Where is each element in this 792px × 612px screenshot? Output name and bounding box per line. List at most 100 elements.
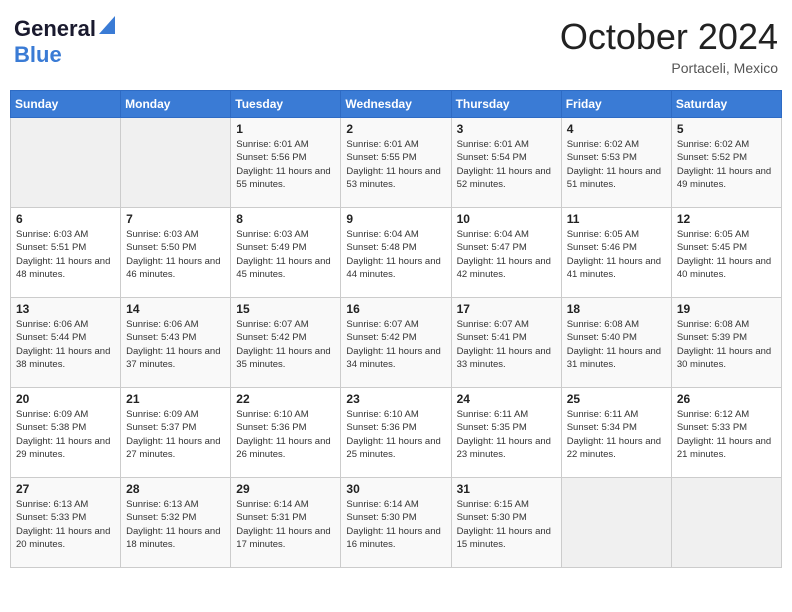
week-row-3: 13Sunrise: 6:06 AMSunset: 5:44 PMDayligh…	[11, 298, 782, 388]
day-detail: Sunrise: 6:14 AMSunset: 5:31 PMDaylight:…	[236, 498, 335, 551]
day-cell: 30 Sunrise: 6:14 AMSunset: 5:30 PMDayligh…	[341, 478, 451, 568]
day-cell: 15 Sunrise: 6:07 AMSunset: 5:42 PMDayligh…	[231, 298, 341, 388]
day-number: 12	[677, 212, 776, 226]
day-cell: 8 Sunrise: 6:03 AMSunset: 5:49 PMDaylight…	[231, 208, 341, 298]
day-detail: Sunrise: 6:04 AMSunset: 5:48 PMDaylight:…	[346, 228, 445, 281]
day-cell: 16Sunrise: 6:07 AMSunset: 5:42 PMDayligh…	[341, 298, 451, 388]
day-detail: Sunrise: 6:01 AMSunset: 5:54 PMDaylight:…	[457, 138, 556, 191]
day-cell: 27 Sunrise: 6:13 AMSunset: 5:33 PMDayligh…	[11, 478, 121, 568]
day-detail: Sunrise: 6:03 AMSunset: 5:51 PMDaylight:…	[16, 228, 115, 281]
day-number: 21	[126, 392, 225, 406]
day-cell	[671, 478, 781, 568]
day-number: 24	[457, 392, 556, 406]
day-number: 15	[236, 302, 335, 316]
logo: General Blue	[14, 16, 115, 68]
header-saturday: Saturday	[671, 91, 781, 118]
day-number: 3	[457, 122, 556, 136]
header-wednesday: Wednesday	[341, 91, 451, 118]
day-number: 2	[346, 122, 445, 136]
month-title: October 2024	[560, 16, 778, 58]
day-detail: Sunrise: 6:11 AMSunset: 5:34 PMDaylight:…	[567, 408, 666, 461]
day-cell: 7 Sunrise: 6:03 AMSunset: 5:50 PMDaylight…	[121, 208, 231, 298]
day-detail: Sunrise: 6:07 AMSunset: 5:42 PMDaylight:…	[346, 318, 445, 371]
logo-arrow-icon	[99, 16, 115, 34]
day-cell: 6 Sunrise: 6:03 AMSunset: 5:51 PMDaylight…	[11, 208, 121, 298]
day-cell: 21 Sunrise: 6:09 AMSunset: 5:37 PMDayligh…	[121, 388, 231, 478]
day-cell: 12 Sunrise: 6:05 AMSunset: 5:45 PMDayligh…	[671, 208, 781, 298]
day-number: 26	[677, 392, 776, 406]
day-detail: Sunrise: 6:07 AMSunset: 5:41 PMDaylight:…	[457, 318, 556, 371]
day-detail: Sunrise: 6:04 AMSunset: 5:47 PMDaylight:…	[457, 228, 556, 281]
day-detail: Sunrise: 6:06 AMSunset: 5:43 PMDaylight:…	[126, 318, 225, 371]
day-detail: Sunrise: 6:01 AMSunset: 5:55 PMDaylight:…	[346, 138, 445, 191]
day-detail: Sunrise: 6:14 AMSunset: 5:30 PMDaylight:…	[346, 498, 445, 551]
day-number: 13	[16, 302, 115, 316]
day-number: 19	[677, 302, 776, 316]
day-cell	[121, 118, 231, 208]
day-cell	[561, 478, 671, 568]
day-number: 25	[567, 392, 666, 406]
day-detail: Sunrise: 6:02 AMSunset: 5:53 PMDaylight:…	[567, 138, 666, 191]
day-detail: Sunrise: 6:03 AMSunset: 5:50 PMDaylight:…	[126, 228, 225, 281]
day-number: 27	[16, 482, 115, 496]
day-cell: 17 Sunrise: 6:07 AMSunset: 5:41 PMDayligh…	[451, 298, 561, 388]
day-cell: 25 Sunrise: 6:11 AMSunset: 5:34 PMDayligh…	[561, 388, 671, 478]
day-detail: Sunrise: 6:08 AMSunset: 5:39 PMDaylight:…	[677, 318, 776, 371]
day-cell: 24Sunrise: 6:11 AMSunset: 5:35 PMDayligh…	[451, 388, 561, 478]
day-detail: Sunrise: 6:07 AMSunset: 5:42 PMDaylight:…	[236, 318, 335, 371]
day-cell: 1 Sunrise: 6:01 AMSunset: 5:56 PMDaylight…	[231, 118, 341, 208]
day-detail: Sunrise: 6:05 AMSunset: 5:45 PMDaylight:…	[677, 228, 776, 281]
week-row-1: 1 Sunrise: 6:01 AMSunset: 5:56 PMDaylight…	[11, 118, 782, 208]
day-cell: 4Sunrise: 6:02 AMSunset: 5:53 PMDaylight…	[561, 118, 671, 208]
day-cell: 5 Sunrise: 6:02 AMSunset: 5:52 PMDaylight…	[671, 118, 781, 208]
day-number: 7	[126, 212, 225, 226]
day-number: 14	[126, 302, 225, 316]
day-cell	[11, 118, 121, 208]
day-detail: Sunrise: 6:09 AMSunset: 5:37 PMDaylight:…	[126, 408, 225, 461]
day-cell: 22 Sunrise: 6:10 AMSunset: 5:36 PMDayligh…	[231, 388, 341, 478]
day-cell: 10 Sunrise: 6:04 AMSunset: 5:47 PMDayligh…	[451, 208, 561, 298]
logo-text-blue: Blue	[14, 42, 62, 67]
day-number: 10	[457, 212, 556, 226]
day-number: 17	[457, 302, 556, 316]
day-number: 5	[677, 122, 776, 136]
logo-text-general: General	[14, 16, 96, 42]
day-number: 18	[567, 302, 666, 316]
title-block: October 2024 Portaceli, Mexico	[560, 16, 778, 76]
day-number: 20	[16, 392, 115, 406]
day-cell: 20Sunrise: 6:09 AMSunset: 5:38 PMDayligh…	[11, 388, 121, 478]
day-number: 23	[346, 392, 445, 406]
calendar-header-row: SundayMondayTuesdayWednesdayThursdayFrid…	[11, 91, 782, 118]
day-number: 9	[346, 212, 445, 226]
day-number: 6	[16, 212, 115, 226]
day-detail: Sunrise: 6:12 AMSunset: 5:33 PMDaylight:…	[677, 408, 776, 461]
day-cell: 28Sunrise: 6:13 AMSunset: 5:32 PMDayligh…	[121, 478, 231, 568]
day-number: 28	[126, 482, 225, 496]
header-monday: Monday	[121, 91, 231, 118]
day-number: 1	[236, 122, 335, 136]
day-number: 31	[457, 482, 556, 496]
day-detail: Sunrise: 6:15 AMSunset: 5:30 PMDaylight:…	[457, 498, 556, 551]
week-row-2: 6 Sunrise: 6:03 AMSunset: 5:51 PMDaylight…	[11, 208, 782, 298]
day-cell: 29Sunrise: 6:14 AMSunset: 5:31 PMDayligh…	[231, 478, 341, 568]
day-detail: Sunrise: 6:10 AMSunset: 5:36 PMDaylight:…	[236, 408, 335, 461]
day-cell: 18 Sunrise: 6:08 AMSunset: 5:40 PMDayligh…	[561, 298, 671, 388]
day-detail: Sunrise: 6:01 AMSunset: 5:56 PMDaylight:…	[236, 138, 335, 191]
day-number: 11	[567, 212, 666, 226]
day-detail: Sunrise: 6:10 AMSunset: 5:36 PMDaylight:…	[346, 408, 445, 461]
week-row-4: 20Sunrise: 6:09 AMSunset: 5:38 PMDayligh…	[11, 388, 782, 478]
day-detail: Sunrise: 6:02 AMSunset: 5:52 PMDaylight:…	[677, 138, 776, 191]
day-cell: 26 Sunrise: 6:12 AMSunset: 5:33 PMDayligh…	[671, 388, 781, 478]
day-cell: 11Sunrise: 6:05 AMSunset: 5:46 PMDayligh…	[561, 208, 671, 298]
day-number: 8	[236, 212, 335, 226]
day-detail: Sunrise: 6:03 AMSunset: 5:49 PMDaylight:…	[236, 228, 335, 281]
day-number: 30	[346, 482, 445, 496]
day-cell: 2 Sunrise: 6:01 AMSunset: 5:55 PMDaylight…	[341, 118, 451, 208]
day-cell: 9 Sunrise: 6:04 AMSunset: 5:48 PMDaylight…	[341, 208, 451, 298]
day-detail: Sunrise: 6:13 AMSunset: 5:33 PMDaylight:…	[16, 498, 115, 551]
day-detail: Sunrise: 6:08 AMSunset: 5:40 PMDaylight:…	[567, 318, 666, 371]
week-row-5: 27 Sunrise: 6:13 AMSunset: 5:33 PMDayligh…	[11, 478, 782, 568]
day-number: 22	[236, 392, 335, 406]
day-cell: 19 Sunrise: 6:08 AMSunset: 5:39 PMDayligh…	[671, 298, 781, 388]
day-cell: 23 Sunrise: 6:10 AMSunset: 5:36 PMDayligh…	[341, 388, 451, 478]
